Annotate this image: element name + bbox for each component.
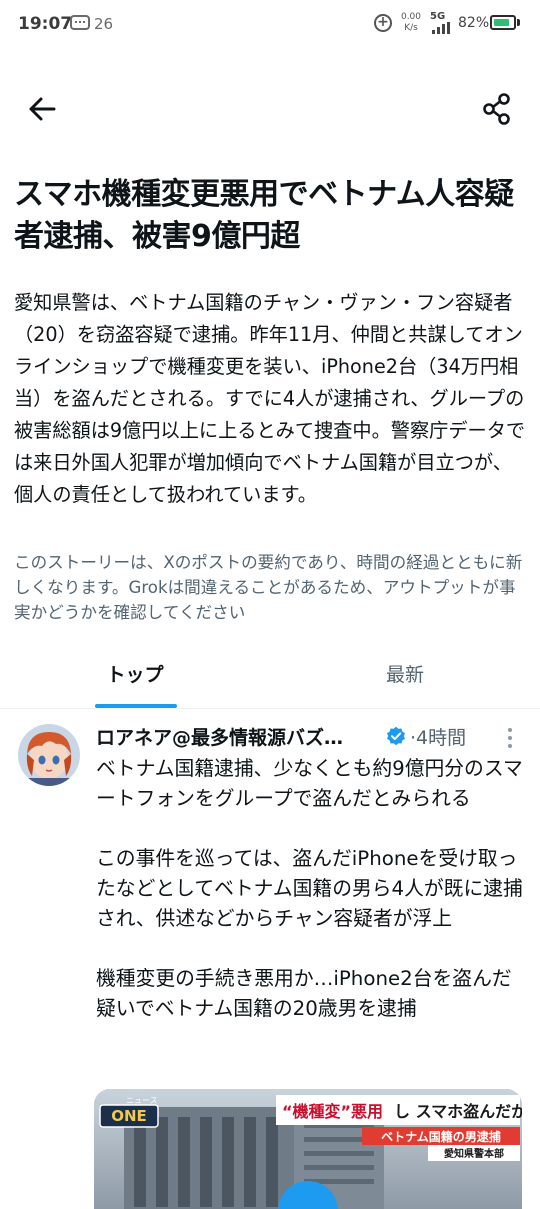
notification-count: 26 <box>94 15 114 33</box>
data-saver-icon: + <box>374 14 392 32</box>
more-options-button[interactable] <box>503 726 517 750</box>
share-icon <box>483 93 510 125</box>
network-speed: 0.00 K/s <box>398 12 424 34</box>
svg-text:ベトナム国籍の男逮捕: ベトナム国籍の男逮捕 <box>381 1129 501 1144</box>
network-speed-value: 0.00 <box>400 12 422 22</box>
story-headline: スマホ機種変更悪用でベトナム人容疑者逮捕、被害9億円超 <box>14 177 514 254</box>
post-paragraph: 機種変更の手続き悪用か…iPhone2台を盗んだ疑いでベトナム国籍の20歳男を逮… <box>96 967 512 1020</box>
active-tab-indicator <box>95 704 177 708</box>
svg-text:愛知県警本部: 愛知県警本部 <box>444 1147 504 1160</box>
avatar-image <box>18 724 80 786</box>
status-time: 19:07 <box>18 14 73 34</box>
share-button[interactable] <box>480 92 514 126</box>
svg-text:“機種変”悪用: “機種変”悪用 <box>282 1102 383 1121</box>
battery-level <box>494 19 509 26</box>
arrow-left-icon <box>29 97 56 121</box>
svg-text:ニュース: ニュース <box>126 1096 158 1105</box>
tab-bar: トップ 最新 <box>0 648 540 709</box>
tab-top[interactable]: トップ <box>0 648 270 708</box>
post-paragraph: この事件を巡っては、盗んだiPhoneを受け取ったなどとしてベトナム国籍の男ら4… <box>96 847 523 930</box>
signal-icon <box>432 22 454 34</box>
status-bar: 19:07 26 + 0.00 K/s 5G 82% <box>0 0 540 48</box>
post-media-image[interactable]: ニュース ONE “機種変”悪用 し スマホ盗んだか ベトナム国籍の男逮捕 愛知… <box>94 1089 522 1209</box>
post-paragraph: ベトナム国籍逮捕、少なくとも約9億円分のスマートフォンをグループで盗んだとみられ… <box>96 757 523 810</box>
svg-text:し スマホ盗んだか: し スマホ盗んだか <box>394 1102 522 1121</box>
battery-percent: 82% <box>458 15 490 31</box>
post-text: ベトナム国籍逮捕、少なくとも約9億円分のスマートフォンをグループで盗んだとみられ… <box>96 754 526 1024</box>
verified-badge-icon <box>386 726 406 746</box>
battery-icon <box>490 15 516 30</box>
grok-disclaimer: このストーリーは、Xのポストの要約であり、時間の経過とともに新しくなります。Gr… <box>14 553 523 622</box>
battery-tip <box>517 19 520 26</box>
network-type: 5G <box>430 11 446 22</box>
svg-text:ONE: ONE <box>111 1107 147 1125</box>
post-timestamp[interactable]: ·4時間 <box>410 723 466 750</box>
tab-latest[interactable]: 最新 <box>270 648 540 708</box>
message-notification-icon <box>70 15 90 30</box>
avatar[interactable] <box>18 724 80 786</box>
news-image: ニュース ONE “機種変”悪用 し スマホ盗んだか ベトナム国籍の男逮捕 愛知… <box>94 1089 522 1209</box>
network-speed-unit: K/s <box>404 23 418 33</box>
post-author-name[interactable]: ロアネア@最多情報源バズ… <box>96 723 343 750</box>
story-summary: 愛知県警は、ベトナム国籍のチャン・ヴァン・フン容疑者（20）を窃盗容疑で逮捕。昨… <box>14 291 526 506</box>
back-button[interactable] <box>26 92 60 126</box>
